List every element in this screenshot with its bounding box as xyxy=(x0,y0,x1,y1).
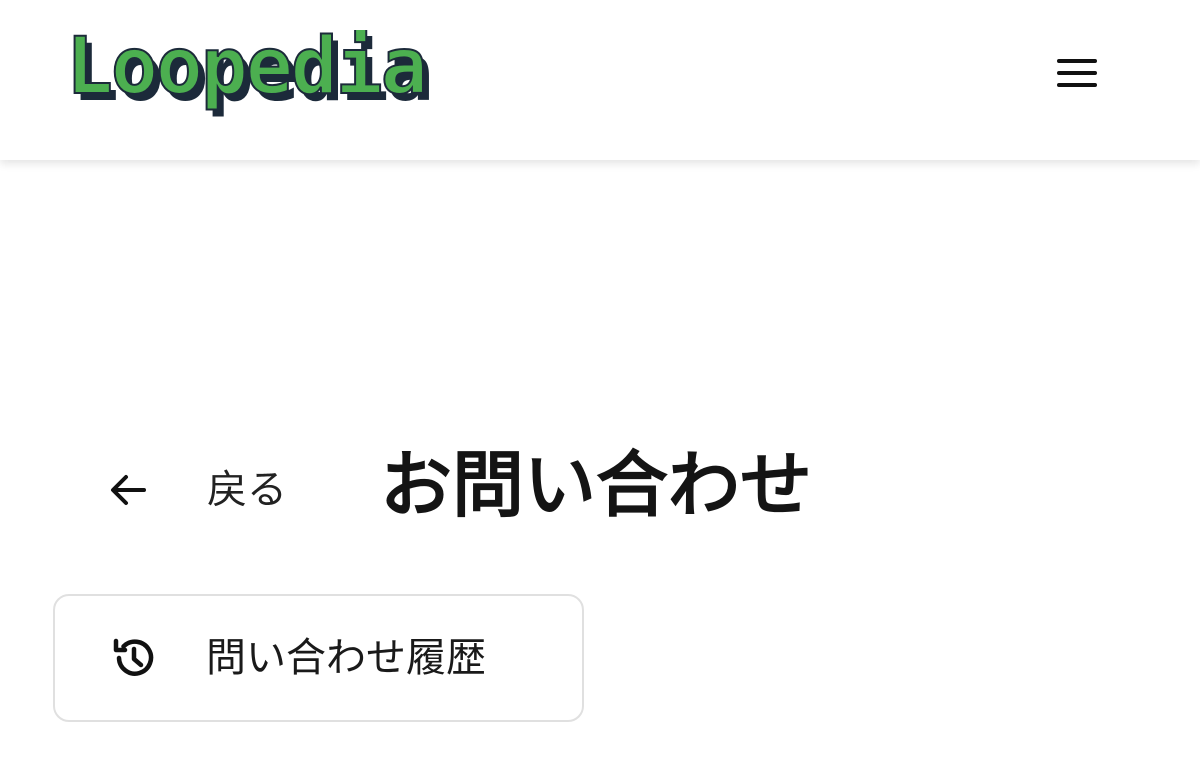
hamburger-menu-icon xyxy=(1057,59,1097,87)
logo-text: Loopedia xyxy=(66,30,426,112)
inquiry-history-button[interactable]: 問い合わせ履歴 xyxy=(53,594,584,722)
back-label: 戻る xyxy=(207,467,287,513)
loopedia-logo[interactable]: Loopedia Loopedia xyxy=(62,30,462,130)
back-button[interactable]: 戻る xyxy=(100,455,287,525)
site-header: Loopedia Loopedia xyxy=(0,0,1200,160)
page-title: お問い合わせ xyxy=(380,443,813,527)
menu-button[interactable] xyxy=(1046,46,1108,100)
arrow-left-icon xyxy=(100,462,156,518)
history-clock-icon xyxy=(109,633,159,683)
inquiry-history-label: 問い合わせ履歴 xyxy=(206,635,486,681)
